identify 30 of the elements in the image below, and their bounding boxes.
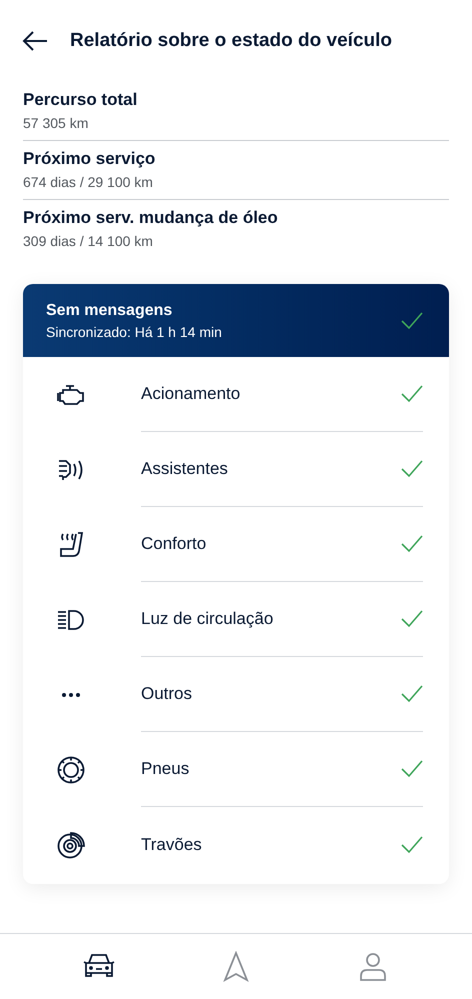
- status-row[interactable]: Pneus: [23, 732, 449, 807]
- status-row[interactable]: Luz de circulação: [23, 582, 449, 657]
- row-label: Acionamento: [141, 383, 240, 406]
- row-label: Travões: [141, 834, 202, 856]
- stat-label: Próximo serv. mudança de óleo: [23, 207, 279, 229]
- row-label: Conforto: [141, 533, 206, 556]
- status-row[interactable]: Conforto: [23, 507, 449, 582]
- row-label: Assistentes: [141, 458, 228, 480]
- page-title: Relatório sobre o estado do veículo: [70, 28, 392, 53]
- row-label: Luz de circulação: [141, 608, 274, 630]
- stat-label: Próximo serviço: [23, 148, 156, 170]
- headlight-icon: [57, 608, 85, 630]
- status-row[interactable]: Outros: [23, 657, 449, 732]
- row-label: Pneus: [141, 758, 190, 780]
- status-row[interactable]: Assistentes: [23, 432, 449, 507]
- more-icon: [61, 692, 81, 698]
- stat-value: 309 dias / 14 100 km: [23, 232, 154, 251]
- brake-disc-icon: [57, 830, 85, 858]
- status-row[interactable]: Acionamento: [23, 357, 449, 432]
- stat-label: Percurso total: [23, 89, 138, 111]
- stat-value: 57 305 km: [23, 114, 90, 133]
- card-title: Sem mensagens: [46, 300, 174, 320]
- heated-seat-icon: [58, 532, 84, 558]
- tyre-icon: [57, 756, 85, 784]
- status-row[interactable]: Travões: [23, 807, 449, 882]
- sync-status: Sincronizado: Há 1 h 14 min: [46, 322, 222, 342]
- stat-value: 674 dias / 29 100 km: [23, 173, 154, 192]
- row-label: Outros: [141, 683, 192, 706]
- sensor-icon: [57, 458, 85, 482]
- engine-icon: [57, 384, 85, 406]
